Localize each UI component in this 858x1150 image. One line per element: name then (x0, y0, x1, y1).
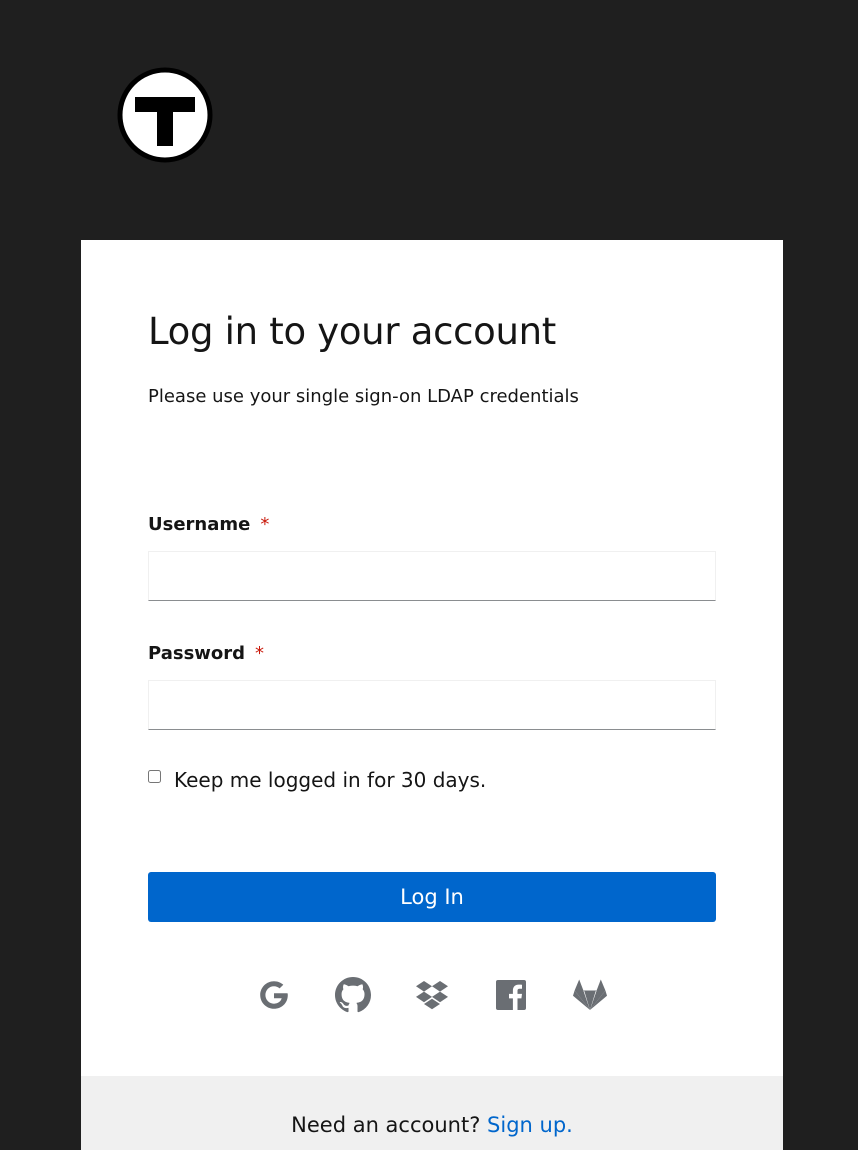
google-login-link[interactable] (256, 977, 292, 1013)
facebook-icon (496, 980, 526, 1010)
login-card: Log in to your account Please use your s… (81, 240, 783, 1150)
required-star: * (255, 643, 265, 664)
remember-me-row: Keep me logged in for 30 days. (148, 768, 486, 792)
google-icon (260, 981, 288, 1009)
login-button[interactable]: Log In (148, 872, 716, 922)
remember-me-label[interactable]: Keep me logged in for 30 days. (174, 768, 486, 792)
gitlab-icon (573, 979, 607, 1010)
t-logo-icon (117, 67, 213, 163)
password-label-text: Password (148, 643, 246, 664)
facebook-login-link[interactable] (493, 977, 529, 1013)
signup-prompt: Need an account? Sign up. (81, 1113, 783, 1137)
card-footer: Need an account? Sign up. (81, 1076, 783, 1150)
dropbox-icon (416, 981, 448, 1010)
signup-prompt-text: Need an account? (291, 1113, 481, 1137)
signup-link[interactable]: Sign up. (487, 1113, 573, 1137)
page-subtitle: Please use your single sign-on LDAP cred… (148, 386, 579, 407)
username-label: Username * (148, 514, 269, 535)
dropbox-login-link[interactable] (414, 977, 450, 1013)
username-label-text: Username (148, 514, 251, 535)
github-login-link[interactable] (335, 977, 371, 1013)
github-icon (335, 977, 371, 1013)
page-title: Log in to your account (148, 310, 557, 353)
gitlab-login-link[interactable] (572, 977, 608, 1013)
password-input[interactable] (148, 680, 716, 730)
required-star: * (260, 514, 270, 535)
remember-me-checkbox[interactable] (148, 769, 161, 783)
password-label: Password * (148, 643, 264, 664)
username-input[interactable] (148, 551, 716, 601)
social-login-row (148, 977, 716, 1013)
